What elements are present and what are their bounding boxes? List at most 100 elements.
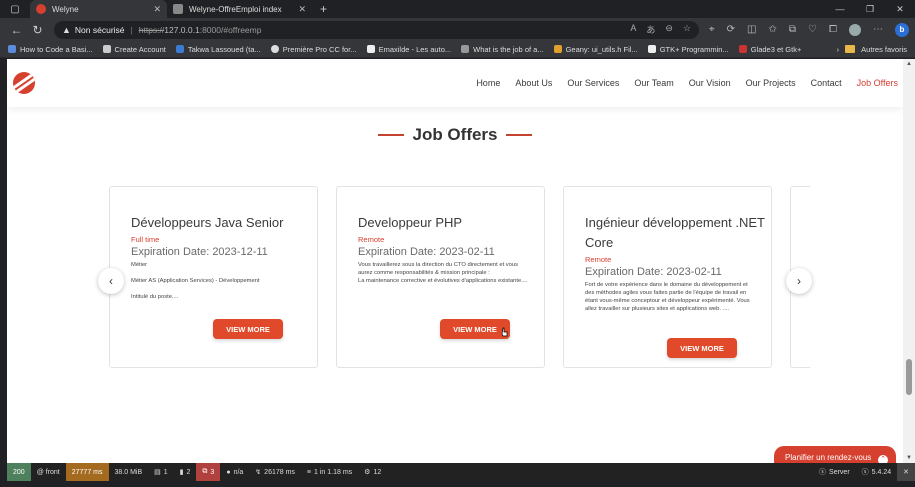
close-toolbar-icon[interactable]: ✕ [897, 463, 915, 481]
translate-icon[interactable]: あ [646, 23, 655, 36]
close-window-icon[interactable]: ✕ [885, 4, 915, 15]
bookmark-item[interactable]: Glade3 et Gtk+ [738, 45, 801, 54]
ajax-panel[interactable]: ↯ 26178 ms [249, 463, 301, 481]
view-more-button[interactable]: VIEW MORE [667, 338, 737, 358]
scroll-down-icon[interactable]: ▼ [906, 455, 912, 461]
main-nav: Home About Us Our Services Our Team Our … [476, 59, 898, 107]
nav-contact[interactable]: Contact [811, 78, 842, 88]
user-panel[interactable]: ● n/a [220, 463, 249, 481]
collections-icon[interactable]: ⧉ [789, 24, 796, 35]
chevron-left-icon: ‹ [109, 274, 113, 288]
minimize-icon[interactable]: — [825, 4, 855, 15]
tab-title: Welyne-OffreEmploi index [189, 4, 282, 14]
bookmark-label: Create Account [114, 44, 166, 54]
nav-our-services[interactable]: Our Services [567, 78, 619, 88]
bookmark-item[interactable]: What is the job of a... [461, 45, 544, 54]
status-code[interactable]: 200 [7, 463, 31, 481]
request-time[interactable]: 27777 ms [65, 463, 109, 481]
route-name[interactable]: @ front [31, 463, 66, 481]
section-heading: Job Offers [7, 123, 903, 145]
address-bar[interactable]: ▲ Non sécurisé | https:// 127.0.0.1 :800… [54, 20, 699, 39]
profile-avatar[interactable] [848, 23, 861, 36]
window-controls: — ❐ ✕ [825, 4, 915, 15]
restore-icon[interactable]: ❐ [855, 4, 885, 15]
server-panel[interactable]: ⓢ Server [813, 463, 856, 481]
logs-panel[interactable]: ▮ 2 [174, 463, 197, 481]
job-type: Remote [358, 235, 385, 244]
nav-about-us[interactable]: About Us [515, 78, 552, 88]
carousel-next-button[interactable]: › [786, 268, 812, 294]
view-more-button[interactable]: VIEW MORE [440, 319, 510, 339]
tab-actions-icon[interactable]: ▢ [0, 0, 30, 18]
bookmark-label: Geany: ui_utils.h Fil... [565, 44, 638, 54]
db-queries: 1 in 1.18 ms [314, 468, 353, 476]
forms-panel[interactable]: ▤ 1 [148, 463, 174, 481]
github-icon [270, 45, 279, 53]
site-logo[interactable] [13, 72, 35, 94]
url-path: :8000/#offreemp [199, 24, 262, 35]
symfony-logo-icon: ⓢ [861, 469, 869, 476]
extensions-icon[interactable]: ⧠ [829, 24, 837, 35]
tab-offreemploi[interactable]: Welyne-OffreEmploi index ✕ [167, 0, 312, 18]
refresh-extension-icon[interactable]: ⟳ [727, 24, 735, 35]
bookmark-item[interactable]: Geany: ui_utils.h Fil... [553, 44, 638, 54]
carousel-prev-button[interactable]: ‹ [98, 268, 124, 294]
warning-icon[interactable]: ▲ [62, 25, 71, 35]
favorite-star-icon[interactable]: ☆ [683, 23, 691, 36]
reload-icon[interactable]: ↻ [27, 23, 48, 37]
bookmark-item[interactable]: Première Pro CC for... [270, 45, 357, 54]
symfony-version: 5.4.24 [871, 468, 892, 476]
bookmark-item[interactable]: GTK+ Programmin... [647, 44, 729, 54]
more-menu-icon[interactable]: ⋯ [873, 24, 883, 35]
section-title: Job Offers [412, 125, 498, 144]
forms-count: 1 [163, 468, 168, 476]
chevron-right-icon[interactable]: › [837, 45, 840, 54]
job-description: Vous travaillerez sous la direction du C… [358, 262, 528, 284]
hand-cursor-icon [501, 327, 508, 337]
nav-job-offers[interactable]: Job Offers [857, 78, 898, 88]
page-scrollbar[interactable]: ▲ ▼ [903, 59, 915, 463]
favorites-icon[interactable]: ✩ [768, 24, 776, 35]
close-tab-icon[interactable]: ✕ [298, 4, 306, 15]
bing-icon[interactable]: b [894, 22, 909, 37]
bookmark-icon [8, 45, 16, 53]
bookmark-item[interactable]: Takwa Lassoued (ta... [175, 44, 261, 54]
zoom-icon[interactable]: ⊖ [665, 23, 673, 36]
appointment-button[interactable]: Planifier un rendez-vous ⌃ [774, 446, 896, 463]
nav-our-vision[interactable]: Our Vision [689, 78, 731, 88]
errors-panel[interactable]: ⧉ 3 [196, 463, 221, 481]
bookmark-label: GTK+ Programmin... [659, 44, 729, 54]
bookmark-item[interactable]: How to Code a Basi... [8, 45, 93, 54]
bookmark-item[interactable]: Create Account [102, 44, 166, 54]
scrollbar-thumb[interactable] [906, 359, 912, 395]
heart-extension-icon[interactable]: ♡ [808, 24, 817, 35]
logs-count: 2 [186, 468, 191, 476]
cache-panel[interactable]: ⚙ 12 [358, 463, 387, 481]
bookmark-icon [553, 45, 562, 53]
new-tab-icon[interactable]: + [312, 2, 335, 16]
read-aloud-icon[interactable]: A [630, 23, 636, 36]
location-icon[interactable]: ⌖ [709, 24, 715, 35]
debug-toolbar: 200 @ front 27777 ms 38.0 MiB ▤ 1 ▮ 2 ⧉ 3 ●… [7, 463, 915, 481]
db-panel[interactable]: ≡ 1 in 1.18 ms [301, 463, 358, 481]
close-tab-icon[interactable]: ✕ [153, 4, 161, 15]
scroll-up-icon[interactable]: ▲ [906, 61, 912, 67]
tab-welyne[interactable]: Welyne ✕ [30, 0, 167, 18]
version-panel[interactable]: ⓢ 5.4.24 [856, 463, 897, 481]
nav-our-projects[interactable]: Our Projects [746, 78, 796, 88]
appointment-label: Planifier un rendez-vous [785, 453, 872, 462]
view-more-button[interactable]: VIEW MORE [213, 319, 283, 339]
bookmark-label: Takwa Lassoued (ta... [187, 44, 261, 54]
security-label[interactable]: Non sécurisé [75, 25, 125, 35]
other-bookmarks[interactable]: Autres favoris [861, 45, 907, 54]
memory-usage[interactable]: 38.0 MiB [109, 463, 149, 481]
page-icon [102, 45, 111, 53]
split-screen-icon[interactable]: ◫ [747, 24, 756, 35]
scroll-top-icon[interactable]: ⌃ [878, 455, 888, 463]
back-icon[interactable]: ← [6, 23, 27, 37]
job-description: Métier Métier AS (Application Services) … [131, 262, 260, 300]
nav-home[interactable]: Home [476, 78, 500, 88]
bookmark-item[interactable]: Emaxilde - Les auto... [366, 45, 451, 54]
nav-our-team[interactable]: Our Team [634, 78, 673, 88]
error-icon: ⧉ [202, 468, 208, 475]
